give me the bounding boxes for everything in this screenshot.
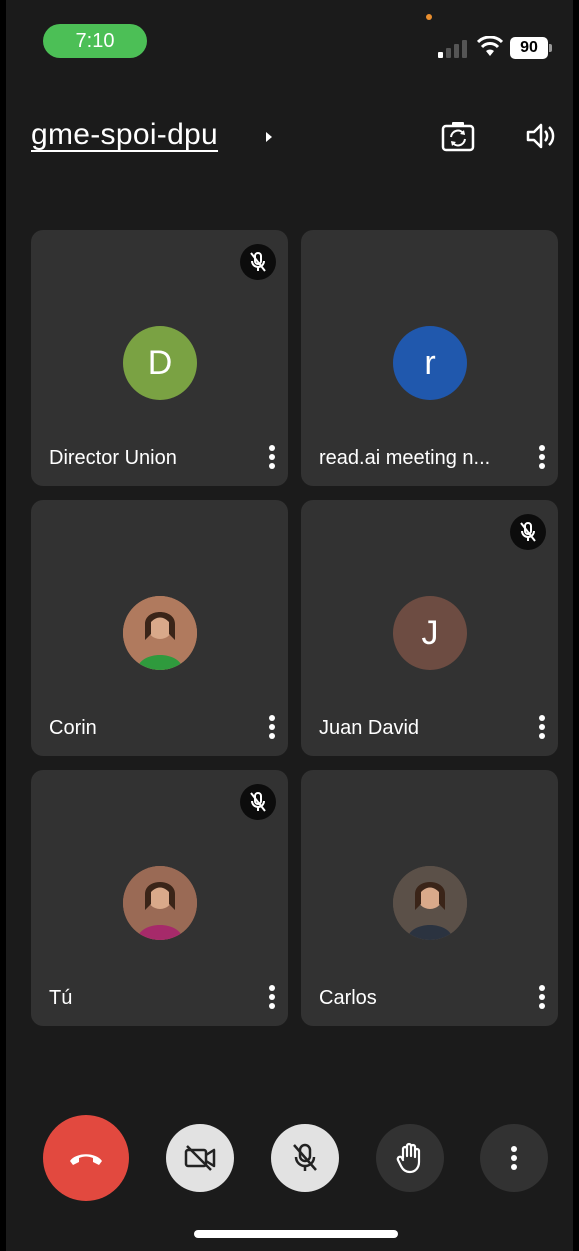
- battery-indicator: 90: [510, 37, 548, 59]
- signal-icon: [438, 40, 467, 58]
- raise-hand-button[interactable]: [376, 1124, 444, 1192]
- muted-indicator: [240, 244, 276, 280]
- avatar: [123, 866, 197, 940]
- participant-tile[interactable]: r read.ai meeting n...: [301, 230, 558, 486]
- more-vertical-icon: [269, 985, 275, 1009]
- meeting-code-link[interactable]: gme-spoi-dpu: [31, 118, 218, 152]
- avatar-initial: D: [147, 343, 173, 382]
- participant-tile[interactable]: Corin: [31, 500, 288, 756]
- participant-name: Director Union: [49, 447, 177, 469]
- participant-options-button[interactable]: [536, 442, 548, 472]
- status-time: 7:10: [43, 24, 147, 58]
- mic-toggle-button[interactable]: [271, 1124, 339, 1192]
- participant-options-button[interactable]: [266, 712, 278, 742]
- speaker-icon[interactable]: [524, 120, 556, 152]
- more-vertical-icon: [539, 985, 545, 1009]
- raise-hand-icon: [396, 1142, 421, 1174]
- switch-camera-icon[interactable]: [440, 119, 476, 153]
- participant-options-button[interactable]: [266, 442, 278, 472]
- avatar: D: [123, 326, 197, 400]
- participant-name: Tú: [49, 987, 73, 1009]
- home-indicator[interactable]: [194, 1230, 398, 1238]
- privacy-indicator-dot: [426, 14, 432, 20]
- participant-name: Carlos: [319, 987, 377, 1009]
- avatar: r: [393, 326, 467, 400]
- camera-toggle-button[interactable]: [166, 1124, 234, 1192]
- avatar-photo: [393, 866, 467, 940]
- mic-off-icon: [250, 792, 266, 812]
- avatar: [393, 866, 467, 940]
- participant-tile[interactable]: D Director Union: [31, 230, 288, 486]
- camera-off-icon: [184, 1145, 216, 1171]
- avatar-initial: J: [421, 613, 439, 652]
- mic-off-icon: [250, 252, 266, 272]
- participant-options-button[interactable]: [266, 982, 278, 1012]
- participant-name: Juan David: [319, 717, 420, 739]
- battery-tip: [549, 44, 552, 52]
- phone-screen: 7:10 90 gme-spoi-dpu D Director Union r rea…: [6, 0, 573, 1251]
- participant-options-button[interactable]: [536, 982, 548, 1012]
- more-vertical-icon: [539, 715, 545, 739]
- more-vertical-icon: [269, 445, 275, 469]
- muted-indicator: [510, 514, 546, 550]
- avatar: [123, 596, 197, 670]
- participant-name: Corin: [49, 717, 97, 739]
- mic-off-icon: [520, 522, 536, 542]
- avatar-initial: r: [424, 343, 436, 382]
- avatar: J: [393, 596, 467, 670]
- mic-off-icon: [293, 1143, 317, 1171]
- participant-options-button[interactable]: [536, 712, 548, 742]
- more-vertical-icon: [269, 715, 275, 739]
- participant-tile[interactable]: Tú: [31, 770, 288, 1026]
- wifi-icon: [477, 36, 503, 56]
- muted-indicator: [240, 784, 276, 820]
- participant-tile[interactable]: J Juan David: [301, 500, 558, 756]
- participant-name: read.ai meeting n...: [319, 447, 491, 469]
- avatar-photo: [123, 866, 197, 940]
- more-options-icon: [511, 1146, 517, 1170]
- end-call-button[interactable]: [43, 1115, 129, 1201]
- end-call-icon: [70, 1154, 102, 1165]
- chevron-right-icon[interactable]: [264, 129, 274, 145]
- participant-tile[interactable]: Carlos: [301, 770, 558, 1026]
- more-vertical-icon: [539, 445, 545, 469]
- avatar-photo: [123, 596, 197, 670]
- more-options-button[interactable]: [480, 1124, 548, 1192]
